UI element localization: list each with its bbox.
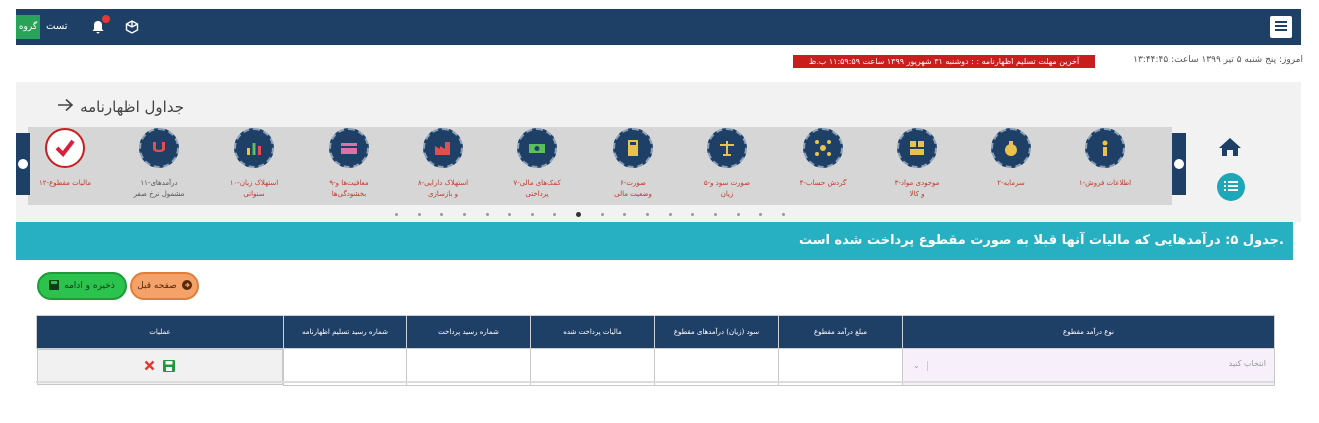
- carousel-dot[interactable]: [530, 212, 534, 216]
- prev-page-button[interactable]: صفحه قبل: [130, 272, 199, 300]
- check-icon: [45, 128, 85, 168]
- arrow-right-icon[interactable]: [56, 98, 74, 116]
- carousel-dot[interactable]: [646, 212, 650, 216]
- table-header-row: عملیات شماره رسید تسلیم اظهارنامه شماره …: [36, 315, 1275, 349]
- cash-icon: [517, 128, 557, 168]
- income-amount-input[interactable]: [778, 348, 903, 386]
- bar-chart-icon: [234, 128, 274, 168]
- guest-button[interactable]: گروه: [16, 15, 40, 39]
- col-payment-receipt: شماره رسید پرداخت: [406, 315, 531, 349]
- table-row: ⌄ انتخاب کنید: [36, 348, 1275, 386]
- step-9[interactable]: ۹-معافیت‌ها و بخشودگی‌ها: [311, 128, 387, 199]
- carousel-dot[interactable]: [691, 212, 695, 216]
- col-tax-paid: مالیات پرداخت شده: [530, 315, 655, 349]
- carousel-dot[interactable]: [395, 212, 398, 216]
- top-bar: گروه تست: [16, 9, 1301, 45]
- save-icon[interactable]: [163, 359, 176, 375]
- deadline-notice: آخرین مهلت تسلیم اظهارنامه : : دوشنبه ۳۱…: [793, 55, 1095, 68]
- save-continue-button[interactable]: ذخیره و ادامه: [37, 272, 127, 300]
- carousel-dot[interactable]: [485, 212, 489, 216]
- user-name: تست: [46, 21, 68, 32]
- carousel-dot[interactable]: [713, 212, 717, 216]
- card-icon: [329, 128, 369, 168]
- network-icon: [803, 128, 843, 168]
- submission-receipt-input[interactable]: [283, 348, 407, 386]
- carousel-dot[interactable]: [623, 212, 627, 216]
- menu-button[interactable]: [1270, 16, 1292, 38]
- magnet-icon: [139, 128, 179, 168]
- step-10[interactable]: ۱۰-استهلاک زیان سنواتی: [216, 128, 292, 199]
- step-2[interactable]: ۲-سرمایه: [973, 128, 1049, 189]
- current-date: امروز: پنج شنبه ۵ تیر ۱۳۹۹ ساعت: ۱۳:۴۴:۴…: [1133, 55, 1303, 65]
- table-title-banner: جدول ۵: درآمدهایی که مالیات آنها قبلا به…: [16, 222, 1293, 260]
- bell-icon[interactable]: [90, 15, 110, 35]
- arrow-circle-icon: [181, 279, 192, 293]
- col-submission-receipt: شماره رسید تسلیم اظهارنامه: [283, 315, 407, 349]
- col-income-amount: مبلغ درآمد مقطوع: [778, 315, 903, 349]
- calculator-icon: [613, 128, 653, 168]
- notification-badge: [102, 15, 110, 23]
- chevron-down-icon: ⌄: [913, 361, 928, 371]
- income-type-select[interactable]: ⌄ انتخاب کنید: [902, 348, 1275, 386]
- carousel-dot[interactable]: [576, 211, 582, 217]
- step-6[interactable]: ۶-صورت وضعیت مالی: [595, 128, 671, 199]
- carousel-dot[interactable]: [781, 212, 785, 216]
- factory-icon: [423, 128, 463, 168]
- carousel-dot[interactable]: [668, 212, 672, 216]
- col-operations: عملیات: [36, 315, 284, 349]
- carousel-dot[interactable]: [553, 212, 557, 216]
- arrow-icon: [1174, 159, 1184, 169]
- carousel-dot[interactable]: [508, 212, 512, 216]
- carousel-pagination: [395, 210, 785, 218]
- step-11[interactable]: ۱۱-درآمدهای مشمول نرخ صفر: [121, 128, 197, 199]
- table-bottom-border: [36, 381, 1274, 383]
- step-7[interactable]: ۷-کمک‌های مالی پرداختی: [499, 128, 575, 199]
- step-1[interactable]: ۱-اطلاعات فروش: [1067, 128, 1143, 189]
- home-icon[interactable]: [1217, 136, 1243, 161]
- carousel-dot[interactable]: [600, 212, 604, 216]
- money-bag-icon: [991, 128, 1031, 168]
- list-icon: [1224, 180, 1238, 194]
- payment-receipt-input[interactable]: [406, 348, 531, 386]
- carousel-dot[interactable]: [759, 212, 763, 216]
- row-operations: [36, 349, 283, 385]
- delete-icon[interactable]: [144, 360, 155, 374]
- scale-icon: [707, 128, 747, 168]
- carousel-dot[interactable]: [440, 212, 444, 216]
- carousel-next-button[interactable]: [1172, 133, 1186, 195]
- carousel-dot[interactable]: [736, 212, 740, 216]
- carousel-dot[interactable]: [462, 212, 466, 216]
- menu-list-button[interactable]: [1217, 173, 1245, 201]
- cube-icon[interactable]: [124, 19, 140, 35]
- data-table: عملیات شماره رسید تسلیم اظهارنامه شماره …: [36, 315, 1275, 386]
- info-icon: [1085, 128, 1125, 168]
- carousel-dot[interactable]: [417, 212, 421, 216]
- page-title: جداول اظهارنامه: [56, 98, 184, 116]
- step-5[interactable]: ۵-صورت سود و زیان: [689, 128, 765, 199]
- step-12[interactable]: ۱۲-مالیات مقطوع: [27, 128, 103, 189]
- step-4[interactable]: ۴-گردش حساب: [785, 128, 861, 189]
- col-income-type: نوع درآمد مقطوع: [902, 315, 1275, 349]
- step-8[interactable]: ۸-استهلاک دارایی و بازسازی: [405, 128, 481, 199]
- save-icon: [49, 279, 60, 293]
- tax-paid-input[interactable]: [530, 348, 655, 386]
- menu-icon: [1275, 20, 1287, 34]
- col-profit-loss: سود (زیان) درآمدهای مقطوع: [654, 315, 779, 349]
- step-3[interactable]: ۳-موجودی مواد و کالا: [879, 128, 955, 199]
- profit-loss-input[interactable]: [654, 348, 779, 386]
- warehouse-icon: [897, 128, 937, 168]
